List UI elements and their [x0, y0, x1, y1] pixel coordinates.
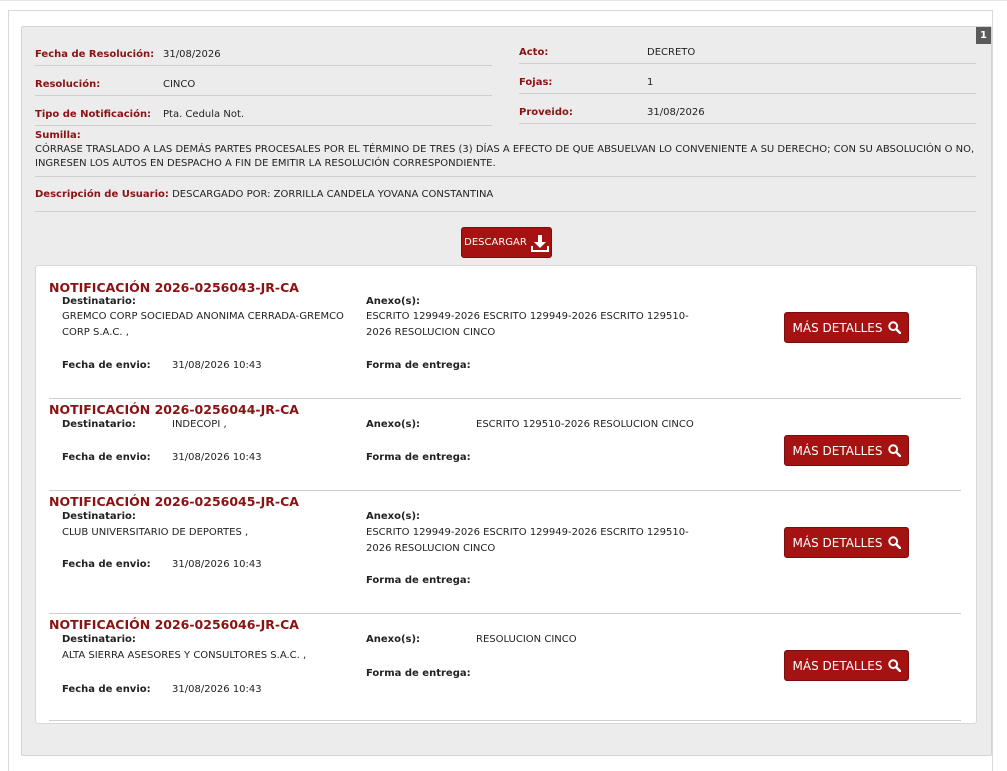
resolucion-row: Resolución: CINCO [35, 65, 492, 96]
descripcion-usuario-row: Descripción de Usuario: DESCARGADO POR: … [35, 189, 976, 212]
acto-value: DECRETO [647, 47, 696, 58]
anexos-label: Anexo(s): [366, 634, 421, 645]
anexos-value: RESOLUCION CINCO [476, 634, 577, 645]
anexos-label: Anexo(s): [366, 511, 421, 522]
notification-title: NOTIFICACIÓN 2026-0256045-JR-CA [49, 494, 299, 509]
destinatario-label: Destinatario: [62, 296, 136, 307]
forma-entrega-label: Forma de entrega: [366, 575, 471, 586]
descripcion-usuario-label: Descripción de Usuario: [35, 189, 169, 200]
resolution-panel: 1 Fecha de Resolución: 31/08/2026 Resolu… [21, 26, 992, 756]
fojas-value: 1 [647, 77, 654, 88]
fecha-envio-label: Fecha de envio: [62, 684, 151, 695]
mas-detalles-label: MÁS DETALLES [792, 658, 883, 673]
notification-item: NOTIFICACIÓN 2026-0256044-JR-CA Destinat… [49, 398, 961, 491]
search-icon [887, 321, 901, 334]
forma-entrega-label: Forma de entrega: [366, 452, 471, 463]
resolucion-label: Resolución: [35, 79, 101, 90]
search-icon [887, 536, 901, 549]
fecha-envio-label: Fecha de envio: [62, 452, 151, 463]
descripcion-usuario-value: DESCARGADO POR: ZORRILLA CANDELA YOVANA … [172, 189, 494, 200]
mas-detalles-button[interactable]: MÁS DETALLES [784, 527, 909, 558]
destinatario-value: INDECOPI , [172, 419, 227, 430]
notification-item: NOTIFICACIÓN 2026-0256043-JR-CA Destinat… [49, 266, 961, 399]
proveido-row: Proveido: 31/08/2026 [519, 93, 976, 124]
fecha-envio-value: 31/08/2026 10:43 [172, 559, 262, 570]
panel-number-badge: 1 [976, 27, 991, 44]
fojas-row: Fojas: 1 [519, 63, 976, 94]
tipo-notificacion-label: Tipo de Notificación: [35, 109, 152, 120]
destinatario-value: ALTA SIERRA ASESORES Y CONSULTORES S.A.C… [62, 650, 307, 661]
download-icon [530, 234, 549, 252]
notification-title: NOTIFICACIÓN 2026-0256044-JR-CA [49, 402, 299, 417]
anexos-value: ESCRITO 129949-2026 ESCRITO 129949-2026 … [366, 311, 689, 338]
fecha-resolucion-value: 31/08/2026 [163, 49, 221, 60]
tipo-notificacion-row: Tipo de Notificación: Pta. Cedula Not. [35, 95, 492, 126]
search-icon [887, 444, 901, 457]
destinatario-label: Destinatario: [62, 511, 136, 522]
fecha-resolucion-row: Fecha de Resolución: 31/08/2026 [35, 35, 492, 66]
descargar-button[interactable]: DESCARGAR [461, 227, 552, 258]
notification-title: NOTIFICACIÓN 2026-0256043-JR-CA [49, 280, 299, 295]
notification-item: NOTIFICACIÓN 2026-0256046-JR-CA Destinat… [49, 613, 961, 721]
anexos-value: ESCRITO 129510-2026 RESOLUCION CINCO [476, 419, 694, 430]
fecha-envio-value: 31/08/2026 10:43 [172, 360, 262, 371]
mas-detalles-label: MÁS DETALLES [792, 443, 883, 458]
mas-detalles-button[interactable]: MÁS DETALLES [784, 435, 909, 466]
resolucion-value: CINCO [163, 79, 196, 90]
notification-item: NOTIFICACIÓN 2026-0256045-JR-CA Destinat… [49, 490, 961, 614]
mas-detalles-button[interactable]: MÁS DETALLES [784, 650, 909, 681]
fecha-envio-value: 31/08/2026 10:43 [172, 684, 262, 695]
fecha-resolucion-label: Fecha de Resolución: [35, 49, 155, 60]
top-divider [0, 0, 1007, 1]
destinatario-value: GREMCO CORP SOCIEDAD ANONIMA CERRADA-GRE… [62, 311, 344, 338]
anexos-value: ESCRITO 129949-2026 ESCRITO 129949-2026 … [366, 527, 689, 554]
mas-detalles-label: MÁS DETALLES [792, 535, 883, 550]
tipo-notificacion-value: Pta. Cedula Not. [163, 109, 245, 120]
forma-entrega-label: Forma de entrega: [366, 668, 471, 679]
destinatario-value: CLUB UNIVERSITARIO DE DEPORTES , [62, 527, 249, 538]
mas-detalles-label: MÁS DETALLES [792, 320, 883, 335]
sumilla-section: Sumilla: CÓRRASE TRASLADO A LAS DEMÁS PA… [35, 129, 976, 177]
fecha-envio-label: Fecha de envio: [62, 360, 151, 371]
notification-title: NOTIFICACIÓN 2026-0256046-JR-CA [49, 617, 299, 632]
fojas-label: Fojas: [519, 77, 553, 88]
sumilla-label: Sumilla: [35, 130, 81, 141]
destinatario-label: Destinatario: [62, 419, 136, 430]
acto-row: Acto: DECRETO [519, 33, 976, 64]
proveido-value: 31/08/2026 [647, 107, 705, 118]
forma-entrega-label: Forma de entrega: [366, 360, 471, 371]
fecha-envio-value: 31/08/2026 10:43 [172, 452, 262, 463]
notifications-card: NOTIFICACIÓN 2026-0256043-JR-CA Destinat… [35, 265, 977, 724]
mas-detalles-button[interactable]: MÁS DETALLES [784, 312, 909, 343]
descargar-label: DESCARGAR [464, 237, 527, 248]
fecha-envio-label: Fecha de envio: [62, 559, 151, 570]
sumilla-text: CÓRRASE TRASLADO A LAS DEMÁS PARTES PROC… [35, 144, 975, 169]
acto-label: Acto: [519, 47, 549, 58]
anexos-label: Anexo(s): [366, 419, 421, 430]
anexos-label: Anexo(s): [366, 296, 421, 307]
destinatario-label: Destinatario: [62, 634, 136, 645]
search-icon [887, 659, 901, 672]
proveido-label: Proveido: [519, 107, 573, 118]
